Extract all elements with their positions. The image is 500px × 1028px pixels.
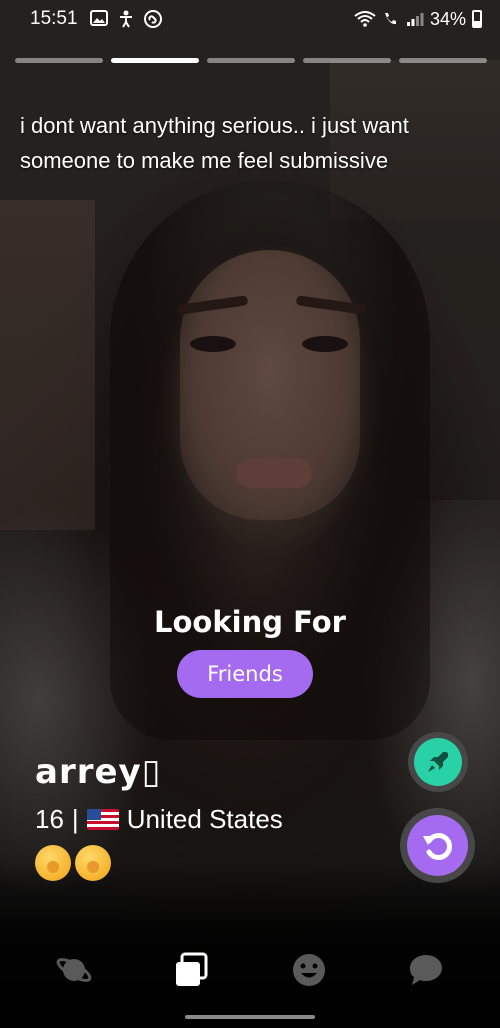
rewind-icon (422, 832, 452, 860)
chat-icon (410, 955, 443, 985)
status-bar: 15:51 34% (0, 0, 500, 38)
boost-button-inner (414, 738, 462, 786)
shushing-face-emoji (35, 845, 71, 881)
progress-segment (207, 58, 295, 63)
home-indicator[interactable] (185, 1015, 315, 1019)
looking-for-badge: Friends (177, 650, 313, 698)
profile-name: arrey▯ (35, 752, 162, 792)
shazam-icon (143, 10, 162, 28)
smiley-icon (292, 954, 325, 986)
hand-over-mouth-emoji (75, 845, 111, 881)
rewind-button[interactable] (400, 808, 475, 883)
status-notification-icons (89, 10, 162, 28)
battery-icon (472, 10, 482, 28)
profile-country: United States (126, 804, 283, 834)
accessibility-icon (119, 10, 132, 28)
cards-icon (176, 952, 208, 986)
profile-age: 16 (35, 804, 64, 834)
profile-bio: i dont want anything serious.. i just wa… (20, 113, 409, 173)
meta-separator: | (71, 804, 79, 834)
photo-progress-bar (15, 58, 487, 63)
profile-meta: 16 | United States (35, 804, 283, 835)
wifi-icon (354, 11, 376, 27)
progress-segment (15, 58, 103, 63)
status-time: 15:51 (30, 8, 78, 29)
nav-reactions[interactable] (284, 945, 334, 995)
signal-icon (406, 13, 424, 26)
nav-chat[interactable] (401, 945, 451, 995)
rewind-button-inner (407, 815, 468, 876)
battery-percent: 34% (429, 8, 466, 29)
looking-for-label: Looking For (154, 605, 346, 639)
us-flag-icon (86, 809, 119, 830)
boost-button[interactable] (408, 732, 468, 792)
bottom-navigation (0, 940, 500, 1000)
nav-explore[interactable] (49, 945, 99, 995)
progress-segment (303, 58, 391, 63)
profile-emojis (35, 845, 111, 881)
call-icon (384, 13, 396, 25)
progress-segment (399, 58, 487, 63)
status-right-icons: 34% (354, 9, 482, 30)
planet-icon (56, 958, 92, 982)
rocket-icon (428, 752, 448, 772)
gallery-icon (89, 10, 108, 26)
progress-segment (111, 58, 199, 63)
nav-cards[interactable] (166, 945, 216, 995)
